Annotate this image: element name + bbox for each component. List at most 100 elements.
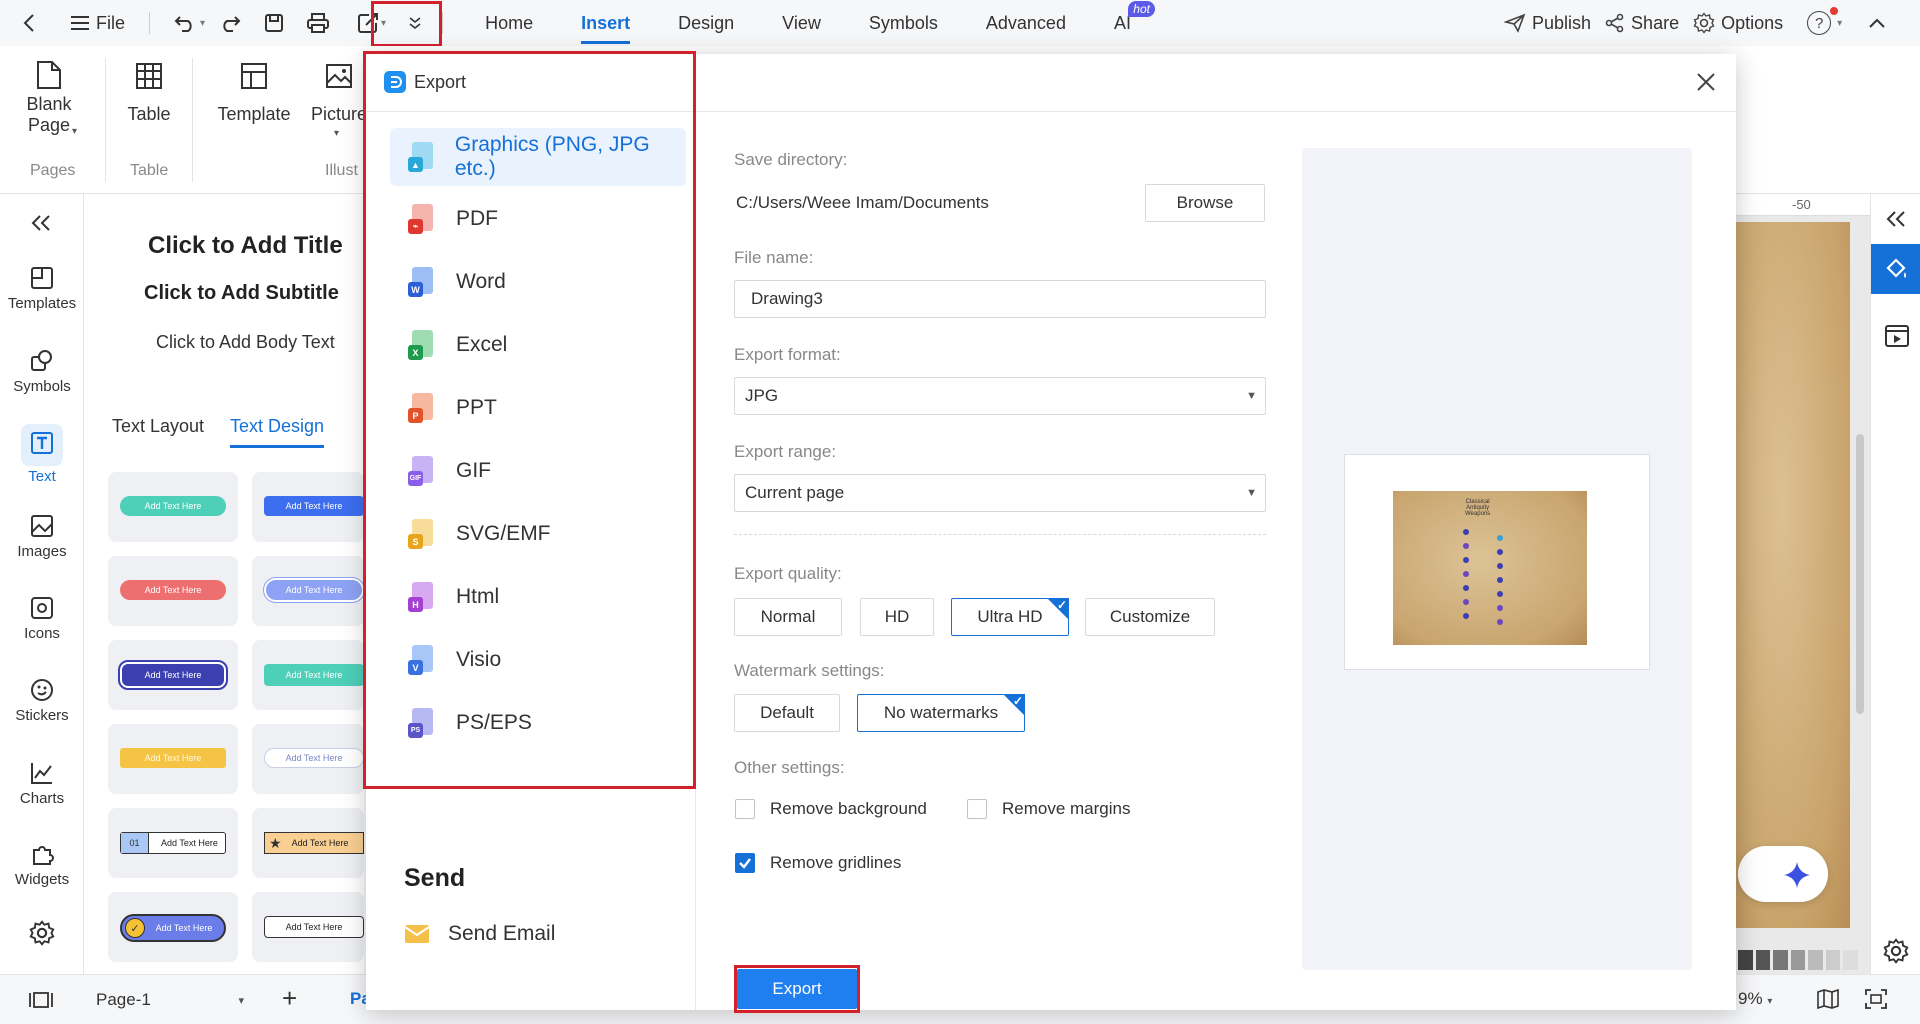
send-email-button[interactable]: Send Email [404, 922, 555, 946]
canvas-area[interactable]: -50 [1736, 194, 1870, 974]
template-button[interactable]: Template [214, 62, 294, 125]
export-range-select[interactable]: Current page ▼ [734, 474, 1266, 512]
picture-dropdown-icon[interactable]: ▾ [334, 128, 339, 139]
swatch[interactable] [1843, 950, 1859, 970]
text-design-tile[interactable]: Add Text Here [108, 640, 238, 710]
text-design-tile[interactable]: ★ Add Text Here [252, 808, 364, 878]
expand-panel-icon[interactable] [1885, 210, 1907, 228]
tab-insert[interactable]: Insert [557, 0, 654, 46]
page-select[interactable]: Page-1 ▾ [84, 983, 254, 1017]
remove-gridlines-checkbox[interactable] [735, 853, 755, 873]
save-icon[interactable] [255, 4, 293, 42]
swatch[interactable] [1825, 950, 1841, 970]
swatch[interactable] [1755, 950, 1771, 970]
text-design-tile[interactable]: Add Text Here [108, 724, 238, 794]
rail-stickers[interactable]: Stickers [0, 678, 84, 724]
file-name-input[interactable]: Drawing3 [734, 280, 1266, 318]
quality-hd[interactable]: HD [860, 598, 934, 636]
send-heading: Send [404, 864, 466, 892]
collapse-panel-icon[interactable] [30, 214, 52, 232]
export-quality-label: Export quality: [734, 564, 842, 583]
print-icon[interactable] [299, 4, 337, 42]
publish-button[interactable]: Publish [1532, 13, 1591, 34]
quality-normal[interactable]: Normal [734, 598, 842, 636]
watermark-none[interactable]: No watermarks ✓ [857, 694, 1025, 732]
table-button[interactable]: Table [124, 62, 174, 125]
ai-assistant-button[interactable] [1738, 846, 1828, 902]
export-format-select[interactable]: JPG ▼ [734, 377, 1266, 415]
text-design-tile[interactable]: ✓ Add Text Here [108, 892, 238, 962]
tab-view[interactable]: View [758, 0, 845, 46]
add-title-text[interactable]: Click to Add Title [148, 232, 343, 260]
add-body-text[interactable]: Click to Add Body Text [156, 332, 335, 353]
remove-background-checkbox[interactable] [735, 799, 755, 819]
text-design-tile[interactable]: Add Text Here [108, 472, 238, 542]
undo-icon[interactable] [166, 4, 204, 42]
quality-ultra-hd-label: Ultra HD [977, 607, 1043, 626]
blank-page-dropdown-icon[interactable]: ▾ [72, 126, 77, 137]
tab-advanced[interactable]: Advanced [962, 0, 1090, 46]
watermark-default[interactable]: Default [734, 694, 840, 732]
rail-templates[interactable]: Templates [0, 266, 84, 312]
timeline-dot [1497, 563, 1503, 569]
hamburger-icon[interactable] [68, 4, 92, 42]
swatch[interactable] [1790, 950, 1806, 970]
tab-ai[interactable]: AI hot [1090, 0, 1155, 46]
export-dialog: Export ▲ Graphics (PNG, JPG etc.) ⌁ PDF … [363, 51, 1736, 1013]
canvas-scrollbar[interactable] [1856, 434, 1864, 714]
tab-text-design[interactable]: Text Design [230, 416, 325, 448]
share-button[interactable]: Share [1631, 13, 1679, 34]
rail-symbols-label: Symbols [13, 378, 71, 395]
tab-symbols[interactable]: Symbols [845, 0, 962, 46]
preview-title: Classical Antiquity Weapons [1465, 499, 1490, 517]
text-design-tile[interactable]: Add Text Here [252, 472, 364, 542]
blank-page-button[interactable]: Blank Page [24, 60, 74, 136]
rail-images[interactable]: Images [0, 514, 84, 560]
close-icon[interactable] [1696, 72, 1716, 92]
export-range-dropdown-icon: ▼ [1246, 487, 1257, 499]
book-view-icon[interactable] [1816, 989, 1840, 1009]
rail-icons[interactable]: Icons [0, 596, 84, 642]
page-panel-icon[interactable] [28, 991, 54, 1009]
swatch[interactable] [1738, 950, 1753, 970]
back-icon[interactable] [10, 4, 48, 42]
rail-charts[interactable]: Charts [0, 761, 84, 807]
text-design-tile[interactable]: 01 Add Text Here [108, 808, 238, 878]
blank-page-label-1: Blank [26, 94, 72, 114]
canvas-settings-icon[interactable] [1883, 938, 1909, 964]
present-icon[interactable] [1884, 324, 1910, 348]
text-design-tile[interactable]: Add Text Here [252, 892, 364, 962]
remove-margins-checkbox[interactable] [967, 799, 987, 819]
quality-customize[interactable]: Customize [1085, 598, 1215, 636]
rail-text[interactable]: Text [0, 424, 84, 485]
redo-icon[interactable] [211, 4, 249, 42]
browse-button[interactable]: Browse [1145, 184, 1265, 222]
text-design-tile[interactable]: Add Text Here [108, 556, 238, 626]
undo-dropdown-icon[interactable]: ▾ [200, 18, 205, 29]
settings-icon[interactable] [29, 920, 55, 946]
rail-symbols[interactable]: Symbols [0, 349, 84, 395]
tab-home[interactable]: Home [461, 0, 557, 46]
tab-text-layout[interactable]: Text Layout [112, 416, 204, 437]
page-select-value: Page-1 [96, 990, 151, 1009]
swatch[interactable] [1773, 950, 1788, 970]
file-menu[interactable]: File [96, 13, 125, 34]
add-page-button[interactable]: + [282, 985, 297, 1011]
text-design-tile[interactable]: Add Text Here [252, 556, 365, 626]
collapse-ribbon-icon[interactable] [1868, 17, 1886, 29]
options-button[interactable]: Options [1721, 13, 1783, 34]
tab-design[interactable]: Design [654, 0, 758, 46]
help-dropdown-icon[interactable]: ▾ [1837, 18, 1842, 29]
add-subtitle-text[interactable]: Click to Add Subtitle [144, 282, 339, 305]
zoom-level[interactable]: 9% ▾ [1738, 989, 1772, 1009]
text-design-tile[interactable]: Add Text Here [252, 640, 364, 710]
fit-page-icon[interactable] [1864, 988, 1888, 1010]
quality-ultra-hd[interactable]: Ultra HD ✓ [951, 598, 1069, 636]
text-design-tile[interactable]: Add Text Here [252, 724, 364, 794]
rail-images-label: Images [17, 543, 67, 560]
format-painter-button[interactable] [1871, 244, 1920, 294]
help-icon[interactable]: ? [1807, 7, 1839, 35]
swatch[interactable] [1808, 950, 1823, 970]
picture-button[interactable]: Picture [312, 62, 366, 125]
rail-widgets[interactable]: Widgets [0, 842, 84, 888]
